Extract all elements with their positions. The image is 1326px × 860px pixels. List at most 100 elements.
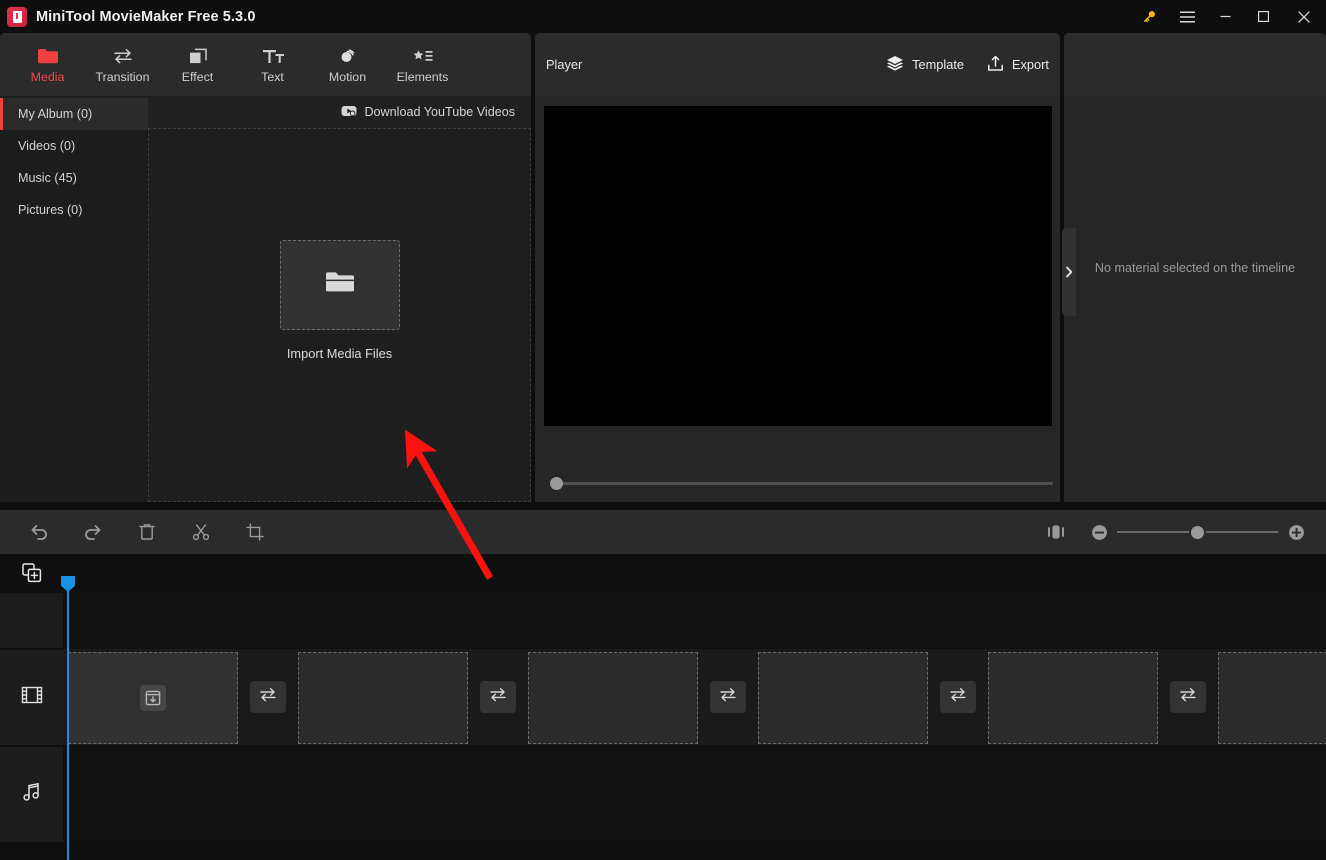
template-button[interactable]: Template — [886, 55, 964, 74]
zoom-in-button[interactable] — [1280, 510, 1312, 554]
player-panel: Player Template — [535, 33, 1060, 502]
split-button[interactable] — [174, 510, 228, 554]
transition-arrows-icon — [112, 45, 134, 65]
key-icon[interactable] — [1130, 0, 1168, 33]
progress-track — [556, 482, 1053, 485]
clip-placeholder-1[interactable] — [68, 652, 238, 744]
tab-media[interactable]: Media — [10, 36, 85, 94]
tab-text[interactable]: Text — [235, 36, 310, 94]
player-controls: 00:00:00.00 / 00:00:00.00 — [544, 492, 1052, 502]
transition-slot-3[interactable] — [710, 681, 746, 713]
zoom-slider[interactable] — [1117, 531, 1189, 533]
redo-button[interactable] — [66, 510, 120, 554]
left-panel: Media Transition Effect — [0, 33, 531, 502]
album-item-music[interactable]: Music (45) — [0, 162, 148, 194]
playhead-line[interactable] — [67, 576, 69, 860]
timeline — [0, 554, 1326, 860]
tab-label: Transition — [96, 70, 150, 84]
album-item-pictures[interactable]: Pictures (0) — [0, 194, 148, 226]
transition-arrows-icon — [1179, 687, 1197, 707]
transition-slot-4[interactable] — [940, 681, 976, 713]
timeline-head-audio[interactable] — [0, 746, 63, 842]
clip-placeholder-3[interactable] — [528, 652, 698, 744]
timeline-track-headers — [0, 554, 63, 860]
album-item-my-album[interactable]: My Album (0) — [0, 98, 148, 130]
maximize-icon[interactable] — [1244, 0, 1282, 33]
properties-panel: No material selected on the timeline — [1064, 33, 1326, 502]
close-icon[interactable] — [1282, 0, 1326, 33]
tab-motion[interactable]: Motion — [310, 36, 385, 94]
upload-icon — [987, 55, 1004, 75]
volume-button[interactable] — [680, 495, 714, 502]
folder-icon — [325, 270, 355, 299]
menu-icon[interactable] — [1168, 0, 1206, 33]
tab-label: Elements — [397, 70, 449, 84]
youtube-download-icon — [341, 105, 357, 120]
zoom-knob[interactable] — [1191, 526, 1204, 539]
music-note-icon — [22, 782, 42, 807]
elements-star-list-icon — [411, 45, 435, 65]
minimize-icon[interactable] — [1206, 0, 1244, 33]
progress-knob[interactable] — [550, 477, 563, 490]
layers-square-icon — [187, 45, 209, 65]
timeline-row-effects[interactable] — [63, 592, 1326, 648]
clip-placeholder-4[interactable] — [758, 652, 928, 744]
download-youtube-videos-button[interactable]: Download YouTube Videos — [148, 96, 531, 128]
fit-width-icon[interactable] — [1029, 510, 1083, 554]
album-label: Music (45) — [18, 171, 77, 185]
no-material-message: No material selected on the timeline — [1064, 33, 1326, 502]
timeline-ruler[interactable] — [63, 554, 1326, 592]
text-tt-icon — [261, 45, 285, 65]
video-preview-stage[interactable] — [544, 106, 1052, 426]
export-label: Export — [1012, 57, 1049, 72]
album-label: My Album (0) — [18, 107, 92, 121]
undo-button[interactable] — [12, 510, 66, 554]
export-button[interactable]: Export — [987, 55, 1049, 75]
folder-icon — [37, 45, 59, 65]
transition-slot-2[interactable] — [480, 681, 516, 713]
chevron-right-icon[interactable] — [1062, 228, 1076, 316]
transition-slot-1[interactable] — [250, 681, 286, 713]
delete-button[interactable] — [120, 510, 174, 554]
tab-transition[interactable]: Transition — [85, 36, 160, 94]
album-item-videos[interactable]: Videos (0) — [0, 130, 148, 162]
template-label: Template — [912, 57, 964, 72]
tab-effect[interactable]: Effect — [160, 36, 235, 94]
timeline-row-audio[interactable] — [63, 746, 1326, 842]
tab-label: Media — [31, 70, 65, 84]
timeline-toolbar — [0, 510, 1326, 554]
player-header: Player Template — [535, 33, 1060, 96]
stop-button[interactable] — [646, 495, 680, 502]
crop-button[interactable] — [228, 510, 282, 554]
media-browser: My Album (0) Videos (0) Music (45) Pictu… — [0, 96, 531, 502]
play-button[interactable] — [544, 495, 578, 502]
transition-slot-5[interactable] — [1170, 681, 1206, 713]
clip-placeholder-5[interactable] — [988, 652, 1158, 744]
import-media-button[interactable] — [280, 240, 400, 330]
tab-elements[interactable]: Elements — [385, 36, 460, 94]
player-title: Player — [546, 57, 582, 72]
tab-bar: Media Transition Effect — [0, 33, 531, 96]
album-label: Videos (0) — [18, 139, 75, 153]
album-label: Pictures (0) — [18, 203, 82, 217]
transition-arrows-icon — [719, 687, 737, 707]
transition-arrows-icon — [489, 687, 507, 707]
tab-label: Text — [261, 70, 284, 84]
app-logo-icon — [7, 7, 27, 27]
import-down-icon[interactable] — [140, 685, 166, 711]
add-media-icon[interactable] — [0, 554, 63, 592]
media-dropzone[interactable]: Import Media Files — [148, 128, 531, 502]
timeline-head-effect[interactable] — [0, 592, 63, 648]
zoom-slider-right[interactable] — [1206, 531, 1278, 533]
tab-label: Effect — [182, 70, 213, 84]
transition-arrows-icon — [949, 687, 967, 707]
clip-placeholder-6[interactable] — [1218, 652, 1326, 744]
timeline-head-video[interactable] — [0, 649, 63, 745]
previous-frame-button[interactable] — [578, 495, 612, 502]
next-frame-button[interactable] — [612, 495, 646, 502]
zoom-out-button[interactable] — [1083, 510, 1115, 554]
window-controls — [1130, 0, 1326, 33]
clip-placeholder-2[interactable] — [298, 652, 468, 744]
album-list: My Album (0) Videos (0) Music (45) Pictu… — [0, 96, 148, 502]
title-bar: MiniTool MovieMaker Free 5.3.0 — [0, 0, 1326, 33]
